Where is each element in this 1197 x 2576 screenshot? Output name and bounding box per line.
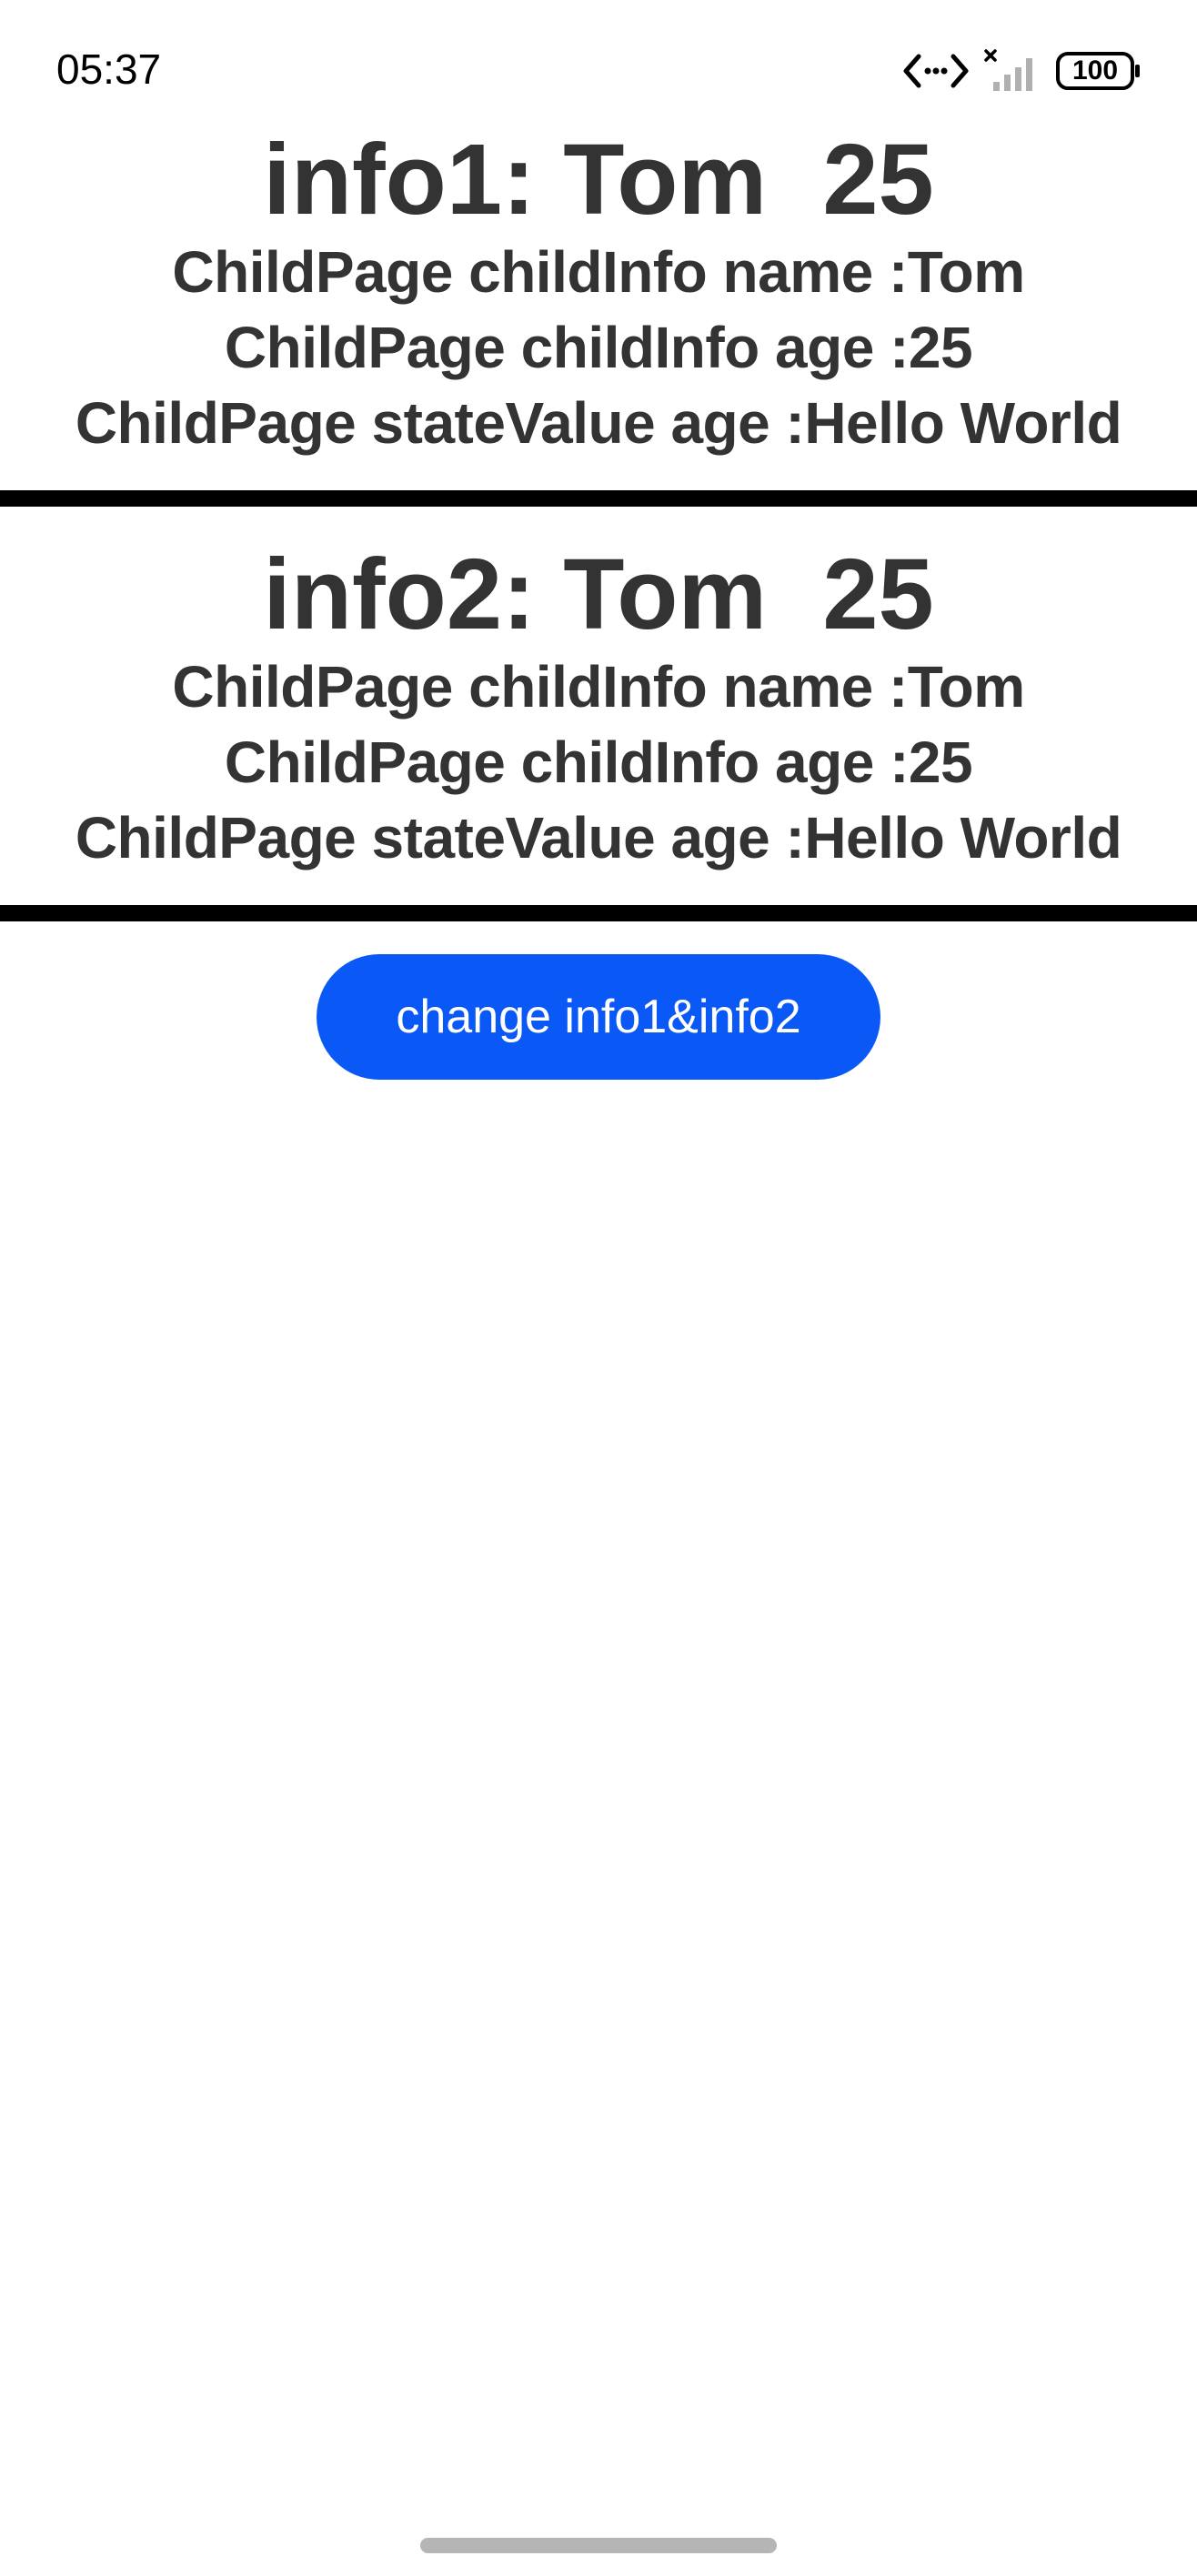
- info1-section: info1: Tom 25 ChildPage childInfo name :…: [0, 126, 1197, 461]
- info1-state-value: ChildPage stateValue age :Hello World: [75, 390, 1122, 456]
- info2-state-value: ChildPage stateValue age :Hello World: [75, 805, 1122, 870]
- info1-child-age: ChildPage childInfo age :25: [224, 315, 973, 380]
- info2-child-age: ChildPage childInfo age :25: [224, 730, 973, 795]
- status-time: 05:37: [56, 45, 162, 93]
- data-transfer-icon: [902, 51, 970, 91]
- status-bar: 05:37 100: [0, 0, 1197, 136]
- divider: [0, 905, 1197, 921]
- change-info-button[interactable]: change info1&info2: [317, 954, 880, 1080]
- info1-title: info1: Tom 25: [263, 124, 934, 236]
- home-indicator[interactable]: [420, 2538, 777, 2553]
- info2-section: info2: Tom 25 ChildPage childInfo name :…: [0, 540, 1197, 876]
- info2-child-name: ChildPage childInfo name :Tom: [172, 654, 1025, 719]
- divider: [0, 490, 1197, 507]
- status-icons: 100: [902, 44, 1142, 98]
- no-signal-icon: [984, 49, 1041, 93]
- info2-title: info2: Tom 25: [263, 538, 934, 650]
- battery-icon: 100: [1055, 50, 1142, 92]
- info1-child-name: ChildPage childInfo name :Tom: [172, 239, 1025, 305]
- battery-level: 100: [1071, 55, 1119, 86]
